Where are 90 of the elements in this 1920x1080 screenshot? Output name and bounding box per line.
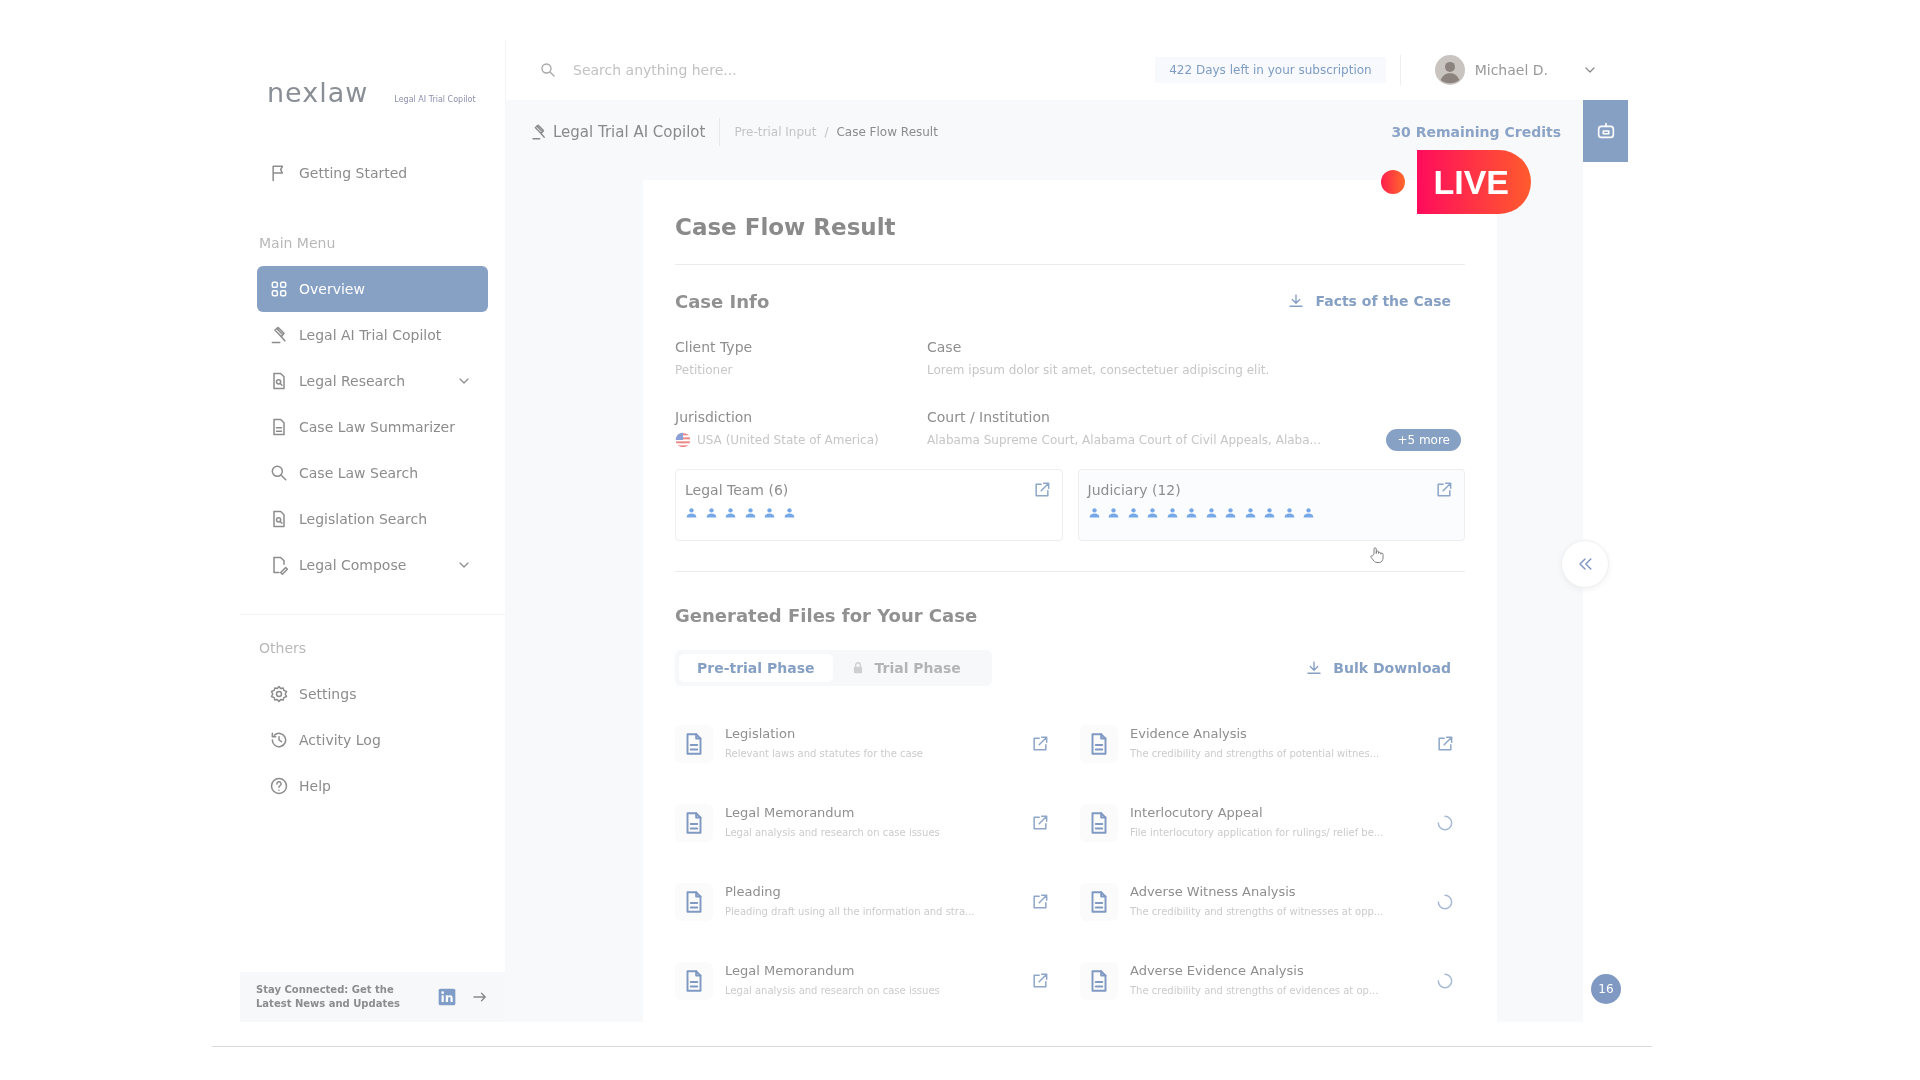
- field-value: USA (United State of America): [697, 433, 879, 447]
- nav-item[interactable]: Legal Compose: [257, 542, 488, 588]
- section-title: Generated Files for Your Case: [675, 604, 979, 628]
- field-label: Case: [927, 338, 963, 357]
- field-value: Petitioner: [675, 363, 733, 377]
- nav-item[interactable]: Legislation Search: [257, 496, 488, 542]
- nav-item[interactable]: Case Law Search: [257, 450, 488, 496]
- flag-icon: [675, 432, 691, 448]
- page-title: Case Flow Result: [675, 213, 897, 242]
- hand-cursor-icon: [1368, 545, 1386, 565]
- file-title: Adverse Evidence Analysis: [1130, 962, 1305, 980]
- download-link[interactable]: Facts of the Case: [1287, 292, 1451, 310]
- field-label: Client Type: [675, 338, 754, 357]
- file-title: Legal Memorandum: [725, 962, 856, 980]
- section-heading: Others: [258, 639, 308, 658]
- external-link-icon[interactable]: [1030, 971, 1050, 991]
- person-icon: [1243, 506, 1257, 519]
- file-title: Legal Memorandum: [725, 804, 856, 822]
- person-icon: [1165, 506, 1179, 519]
- external-link-icon[interactable]: [1030, 734, 1050, 754]
- person-icon: [1302, 506, 1315, 519]
- subscription-notice: 422 Days left in your subscription: [1155, 57, 1386, 83]
- person-icon: [763, 506, 776, 519]
- file-title: Evidence Analysis: [1130, 725, 1248, 743]
- external-link-icon[interactable]: [1435, 734, 1455, 754]
- person-icon: [724, 506, 737, 519]
- assistant-button[interactable]: [1583, 100, 1628, 162]
- section-heading: Main Menu: [258, 234, 337, 253]
- team-title: Judiciary (12): [1087, 482, 1181, 498]
- external-link-icon[interactable]: [1030, 813, 1050, 833]
- nav-item[interactable]: Help: [257, 763, 488, 809]
- person-icon: [1185, 506, 1198, 519]
- breadcrumb-title[interactable]: Legal Trial AI Copilot: [530, 123, 706, 141]
- file-title: Interlocutory Appeal: [1130, 804, 1264, 822]
- live-label: LIVE: [1417, 150, 1531, 214]
- gavel-icon: [530, 123, 548, 141]
- live-dot: [1381, 170, 1406, 194]
- nav-item[interactable]: Overview: [257, 266, 488, 312]
- history-icon: [269, 730, 289, 750]
- field-label: Jurisdiction: [675, 408, 754, 427]
- avatar-icon: [1434, 55, 1465, 85]
- team-title: Legal Team (6): [685, 482, 789, 498]
- external-link-icon[interactable]: [1434, 480, 1454, 500]
- settings-icon: [269, 684, 289, 704]
- field-label: Court / Institution: [927, 408, 1051, 427]
- nav-item[interactable]: Legal Research: [257, 358, 488, 404]
- linkedin-icon[interactable]: [437, 987, 457, 1007]
- more-badge[interactable]: +5 more: [1386, 429, 1461, 451]
- person-icon: [1282, 506, 1296, 519]
- file-title: Legislation: [725, 725, 797, 743]
- download-link[interactable]: Bulk Download: [1305, 659, 1451, 677]
- nav-item[interactable]: Case Law Summarizer: [257, 404, 488, 450]
- search-icon: [539, 61, 557, 79]
- search-icon: [269, 463, 289, 483]
- breadcrumb-separator: /: [824, 125, 829, 139]
- person-icon: [1087, 506, 1101, 519]
- download-icon: [1305, 659, 1324, 677]
- field-value: Alabama Supreme Court, Alabama Court of Civil Appeals, Alaba...: [927, 433, 1322, 447]
- search-field[interactable]: Search anything here...: [571, 61, 875, 79]
- file-title: Pleading: [725, 883, 782, 901]
- nav-item[interactable]: Activity Log: [257, 717, 488, 763]
- credits-counter: 30 Remaining Credits: [1391, 124, 1561, 140]
- newsletter-text: Stay Connected: Get the Latest News and Updates: [256, 983, 401, 1011]
- person-icon: [704, 506, 718, 519]
- nav-item[interactable]: Settings: [257, 671, 488, 717]
- breadcrumb-link[interactable]: Case Flow Result: [836, 125, 938, 139]
- grid-icon: [269, 279, 289, 299]
- logo-tagline: Legal AI Trial Copilot: [394, 97, 476, 103]
- person-icon: [685, 506, 698, 519]
- help-icon: [269, 776, 289, 796]
- person-icon: [1126, 506, 1140, 519]
- person-icon: [1204, 506, 1218, 519]
- person-icon: [1224, 506, 1237, 519]
- logo-wordmark: nexlaw: [267, 78, 369, 108]
- person-icon: [1146, 506, 1159, 519]
- person-icon: [782, 506, 796, 519]
- person-icon: [1107, 506, 1120, 519]
- person-icon: [1263, 506, 1276, 519]
- download-icon: [1287, 292, 1306, 310]
- file-title: Adverse Witness Analysis: [1130, 883, 1297, 901]
- user-menu[interactable]: Michael D.: [1399, 55, 1598, 85]
- nav-item[interactable]: Getting Started: [257, 150, 488, 196]
- phase-tab[interactable]: Trial Phase: [832, 654, 979, 682]
- person-icon: [743, 506, 757, 519]
- nav-item[interactable]: Legal AI Trial Copilot: [257, 312, 488, 358]
- section-title: Case Info: [675, 290, 770, 312]
- notification-badge: 16: [1591, 974, 1621, 1004]
- external-link-icon[interactable]: [1030, 892, 1050, 912]
- field-value: Lorem ipsum dolor sit amet, consectetuer adipiscing elit.: [927, 363, 1270, 377]
- phase-tab[interactable]: Pre-trial Phase: [679, 654, 833, 682]
